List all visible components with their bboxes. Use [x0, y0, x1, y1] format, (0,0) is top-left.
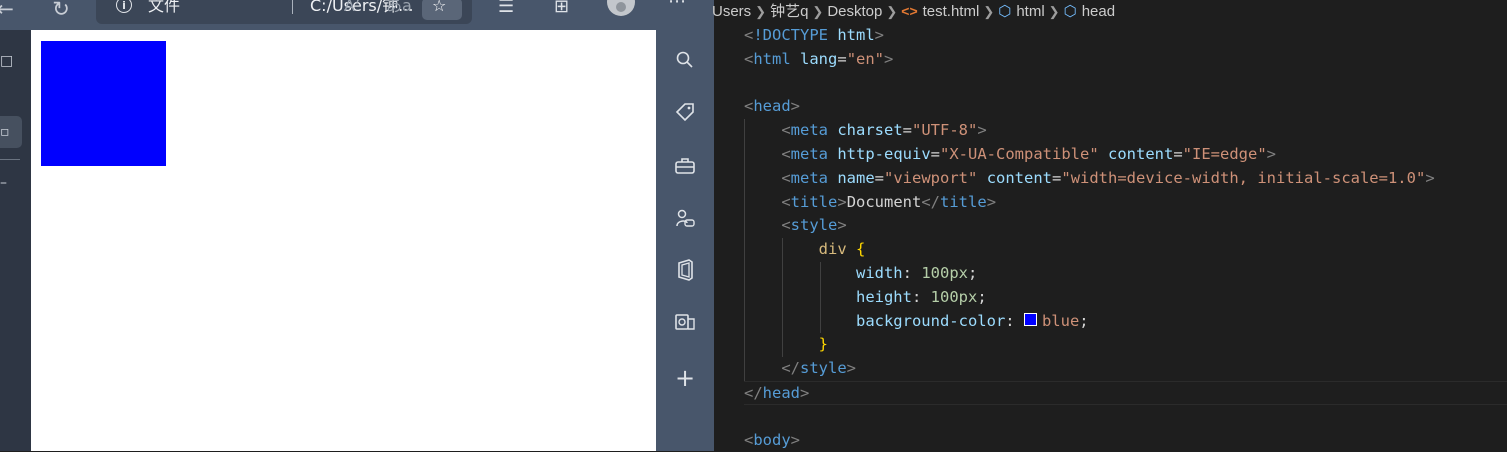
- tab-icon[interactable]: □: [0, 50, 22, 72]
- outlook-icon[interactable]: [656, 306, 714, 334]
- chevron-right-icon: ❯: [886, 4, 898, 19]
- cube-icon: ⬡: [998, 3, 1012, 20]
- breadcrumb: Users ❯ 钟艺q ❯ Desktop ❯ <> test.html ❯ ⬡ html ❯ ⬡ hea…: [712, 0, 1115, 22]
- code-line: }: [818, 335, 828, 354]
- favorites-icon[interactable]: ☰: [498, 0, 514, 17]
- blue-div-box: [41, 41, 166, 166]
- code-line: <title>Document</title>: [781, 192, 997, 211]
- code-line: <body>: [744, 430, 801, 449]
- code-area[interactable]: <!DOCTYPE html> <html lang="en"> <head> …: [744, 24, 1507, 452]
- add-favorite-button[interactable]: ☆: [422, 0, 462, 20]
- vertical-tabs-strip: □ ▫ –: [0, 30, 31, 451]
- page-icon: ▫: [0, 124, 10, 140]
- collections-icon[interactable]: ⊞: [554, 0, 569, 17]
- translate-icon[interactable]: あa: [386, 0, 412, 17]
- breadcrumb-item-html[interactable]: html: [1016, 3, 1044, 20]
- code-line: width: 100px;: [855, 263, 978, 282]
- shopping-tag-icon[interactable]: [656, 96, 714, 124]
- back-arrow-icon[interactable]: ←: [0, 0, 18, 22]
- cube-icon: ⬡: [1063, 3, 1077, 20]
- code-line: background-color: blue;: [855, 311, 1089, 330]
- address-bar[interactable]: i 文件 C:/Users/钟... Aʼ あa ☆: [96, 0, 472, 24]
- breadcrumb-item-file[interactable]: test.html: [923, 3, 980, 20]
- add-icon[interactable]: +: [656, 364, 714, 392]
- search-icon[interactable]: [656, 44, 714, 72]
- code-line: <!DOCTYPE html>: [744, 26, 885, 44]
- code-line: <style>: [781, 216, 847, 235]
- code-line: <meta charset="UTF-8">: [781, 121, 987, 140]
- edge-sidebar: +: [656, 30, 714, 451]
- breadcrumb-item-desktop[interactable]: Desktop: [827, 3, 882, 20]
- address-separator: [292, 0, 293, 14]
- code-line: <meta http-equiv="X-UA-Compatible" conte…: [781, 144, 1277, 163]
- page-viewport: [31, 30, 656, 451]
- code-line: <meta name="viewport" content="width=dev…: [781, 168, 1435, 187]
- chevron-right-icon: ❯: [1048, 4, 1060, 19]
- read-aloud-icon[interactable]: Aʼ: [344, 0, 360, 17]
- refresh-icon[interactable]: ↻: [48, 0, 74, 22]
- new-tab-icon[interactable]: –: [0, 172, 22, 194]
- breadcrumb-item-users[interactable]: Users: [712, 3, 751, 20]
- chevron-right-icon: ❯: [755, 4, 767, 19]
- avatar[interactable]: [607, 0, 635, 16]
- code-line: div {: [818, 240, 866, 259]
- star-plus-icon: ☆: [432, 0, 447, 15]
- more-icon[interactable]: ⋯: [668, 0, 686, 12]
- games-icon[interactable]: [656, 202, 714, 230]
- info-icon[interactable]: i: [116, 0, 132, 13]
- breadcrumb-item-user[interactable]: 钟艺q: [770, 3, 808, 20]
- code-editor: Users ❯ 钟艺q ❯ Desktop ❯ <> test.html ❯ ⬡ html ❯ ⬡ hea…: [712, 0, 1507, 452]
- office-icon[interactable]: [656, 254, 714, 282]
- current-code-line: </head>: [744, 380, 1507, 405]
- chevron-right-icon: ❯: [983, 4, 995, 19]
- tools-briefcase-icon[interactable]: [656, 150, 714, 178]
- chevron-right-icon: ❯: [812, 4, 824, 19]
- code-line: <html lang="en">: [744, 49, 894, 68]
- code-line: height: 100px;: [855, 287, 987, 306]
- file-label: 文件: [148, 0, 181, 15]
- browser-toolbar: ← ↻ i 文件 C:/Users/钟... Aʼ あa ☆ ☰ ⊞ ⋯: [0, 0, 714, 30]
- tab-divider: [0, 159, 20, 160]
- breadcrumb-item-head[interactable]: head: [1082, 3, 1115, 20]
- code-line: </style>: [781, 359, 857, 378]
- html-file-icon: <>: [901, 3, 918, 19]
- code-line: <head>: [744, 97, 801, 116]
- color-swatch-icon[interactable]: [1023, 312, 1037, 326]
